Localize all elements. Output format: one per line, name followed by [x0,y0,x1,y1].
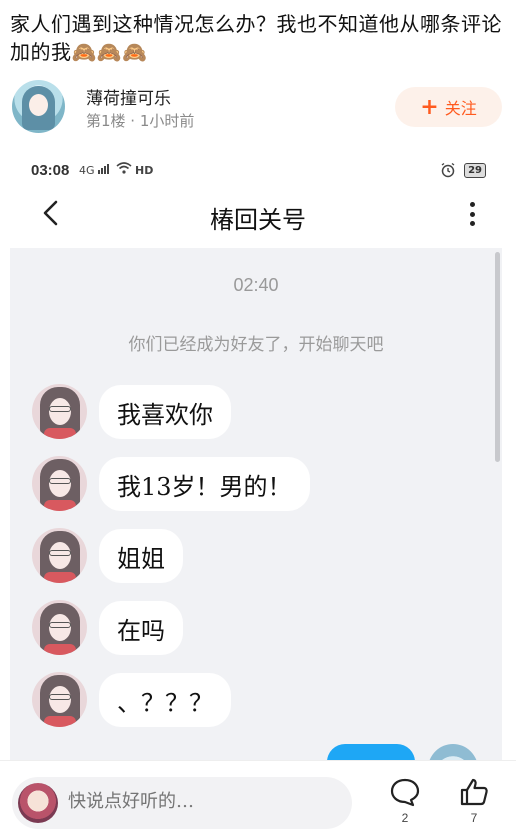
message-bubble[interactable]: 我13岁！男的！ [99,457,310,511]
battery-indicator: 29 [464,162,486,178]
message-bubble[interactable]: 我喜欢你 [99,385,231,439]
system-note: 你们已经成为好友了，开始聊天吧 [128,335,384,355]
thumbs-up-icon [460,778,488,806]
signal-bars-icon [98,164,110,174]
follow-label: 关注 [444,99,477,118]
more-vertical-icon[interactable] [462,198,482,230]
follow-button[interactable]: + 关注 [395,87,502,127]
contact-avatar[interactable] [32,528,87,583]
like-count: 7 [470,811,478,825]
like-button[interactable]: 7 [454,777,494,825]
author-name[interactable]: 薄荷撞可乐 [86,84,171,109]
message-bubble[interactable]: 在吗 [99,601,183,655]
signal-4g-text: 4G [79,164,95,177]
comment-button[interactable]: 2 [385,777,425,825]
comment-count: 2 [401,811,409,825]
contact-avatar[interactable] [32,384,87,439]
chat-title: 椿回关号 [210,206,306,234]
author-row: 薄荷撞可乐 第1楼 · 1小时前 + 关注 [12,80,504,136]
status-time: 03:08 [31,162,70,179]
hd-text: HD [135,164,154,177]
contact-avatar[interactable] [32,600,87,655]
comment-icon [390,778,420,807]
my-avatar[interactable] [428,744,478,760]
message-bubble[interactable]: 姐姐 [99,529,183,583]
bottom-bar: 2 7 [0,760,516,831]
chat-timestamp: 02:40 [233,275,279,295]
plus-icon: + [420,94,439,120]
chat-area[interactable]: 02:40 你们已经成为好友了，开始聊天吧 我喜欢你 我13岁！男的！ 姐姐 在… [10,248,502,760]
author-meta: 第1楼 · 1小时前 [86,112,195,130]
contact-avatar[interactable] [32,672,87,727]
post-title: 家人们遇到这种情况怎么办？我也不知道他从哪条评论加的我🙈🙈🙈 [10,12,502,64]
author-avatar[interactable] [12,80,65,133]
wifi-icon [116,162,132,174]
phone-status-bar: 03:08 4G HD 29 [31,160,486,184]
my-message-bubble[interactable] [327,744,415,760]
comment-input[interactable] [68,791,338,812]
alarm-icon [441,162,455,178]
message-bubble[interactable]: 、？？？ [99,673,231,727]
signal-icons: 4G HD [79,162,153,177]
user-avatar [18,783,58,823]
chat-header: 椿回关号 [0,190,516,242]
contact-avatar[interactable] [32,456,87,511]
comment-input-pill[interactable] [12,777,352,829]
